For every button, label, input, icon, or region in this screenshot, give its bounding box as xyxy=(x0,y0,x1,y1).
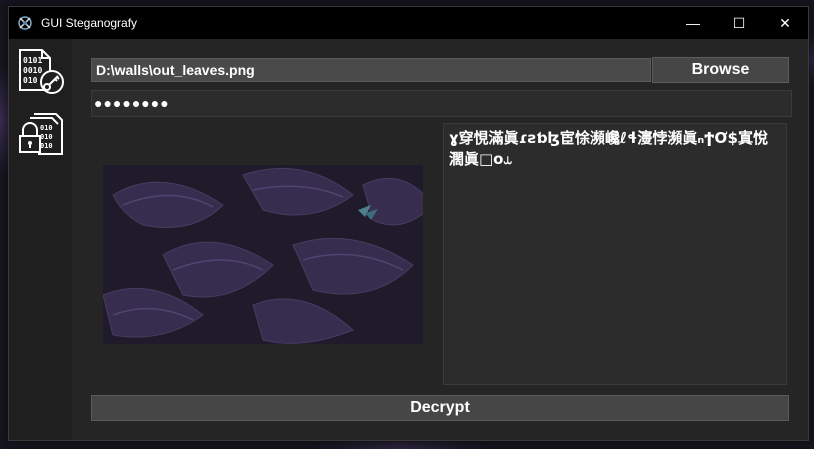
minimize-button[interactable]: — xyxy=(670,7,716,39)
svg-text:0010: 0010 xyxy=(23,66,42,75)
sidebar-item-encrypt[interactable]: 0101 0010 010 xyxy=(15,45,67,97)
app-logo-icon xyxy=(18,16,32,30)
window-title: GUI Steganografy xyxy=(41,16,138,30)
browse-button[interactable]: Browse xyxy=(652,57,789,83)
leaves-image xyxy=(103,165,423,344)
sidebar: 0101 0010 010 010 010 010 xyxy=(9,39,72,440)
main-panel: D:\walls\out_leaves.png Browse ●●●●●●●● xyxy=(72,39,808,440)
password-input[interactable]: ●●●●●●●● xyxy=(91,90,792,117)
svg-text:010: 010 xyxy=(23,76,38,85)
title-bar[interactable]: GUI Steganografy — ☐ ✕ xyxy=(9,7,808,39)
close-button[interactable]: ✕ xyxy=(762,7,808,39)
app-window: GUI Steganografy — ☐ ✕ 0101 0010 010 010… xyxy=(8,6,809,441)
lock-binary-document-icon: 010 010 010 xyxy=(19,113,63,155)
svg-text:010: 010 xyxy=(40,133,53,141)
sidebar-item-decrypt[interactable]: 010 010 010 xyxy=(15,109,67,161)
binary-document-key-icon: 0101 0010 010 xyxy=(19,49,64,94)
decrypted-output[interactable]: ɣ穿悓滿眞ɾƨƅɮ宦悇瀕巉ℓɬ濅悖瀕眞ₙϮƠ$寘悅濶眞□ο⥿ xyxy=(443,123,787,385)
image-preview xyxy=(103,165,423,344)
svg-text:010: 010 xyxy=(40,124,53,132)
svg-text:010: 010 xyxy=(40,142,53,150)
file-path-input[interactable]: D:\walls\out_leaves.png xyxy=(91,58,651,82)
maximize-button[interactable]: ☐ xyxy=(716,7,762,39)
decrypt-button[interactable]: Decrypt xyxy=(91,395,789,421)
svg-text:0101: 0101 xyxy=(23,56,42,65)
